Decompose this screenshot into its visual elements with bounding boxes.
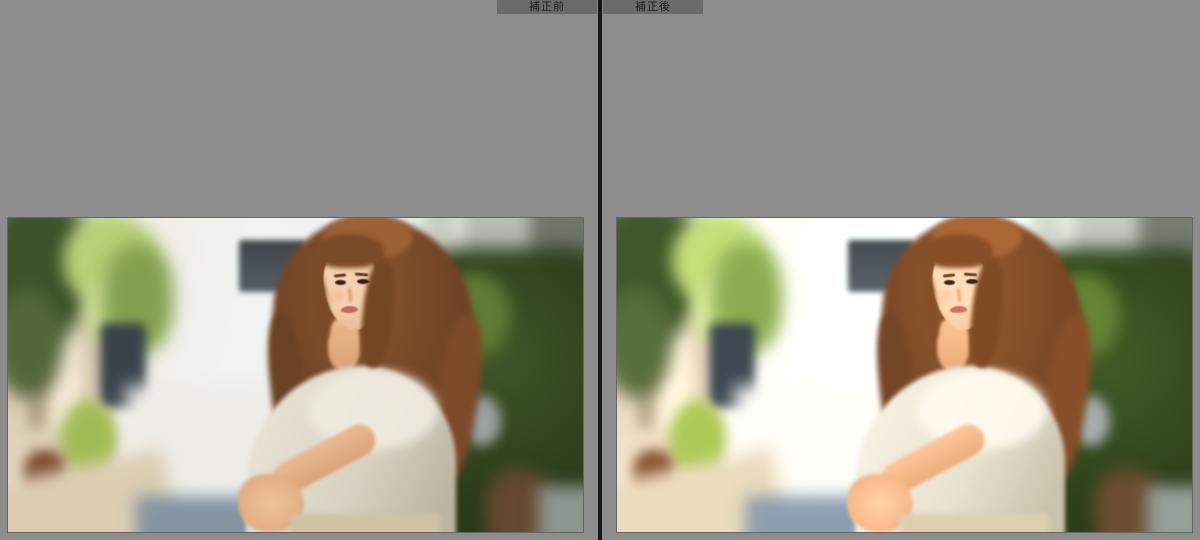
photo-scene — [617, 218, 1192, 532]
background-street-corner — [1147, 486, 1192, 532]
before-pane-label-text: 補正前 — [529, 0, 565, 13]
after-pane-label: 補正後 — [603, 0, 703, 14]
subject-eye-left — [335, 280, 346, 285]
compare-split-divider — [598, 0, 602, 540]
subject-eye-left — [944, 280, 955, 285]
subject-eye-right — [966, 279, 978, 284]
before-pane-label: 補正前 — [497, 0, 597, 14]
subject-skirt — [899, 514, 1049, 532]
photo-after[interactable] — [617, 218, 1192, 532]
background-street-corner — [538, 486, 583, 532]
photo-before[interactable] — [8, 218, 583, 532]
subject-skirt — [290, 514, 440, 532]
subject-cheek — [328, 290, 344, 302]
subject-hair-fringe — [923, 234, 993, 268]
subject-cheek — [937, 290, 953, 302]
subject-eye-right — [357, 279, 369, 284]
photo-scene — [8, 218, 583, 532]
subject-hair-fringe — [314, 234, 384, 268]
after-pane-label-text: 補正後 — [635, 0, 671, 13]
